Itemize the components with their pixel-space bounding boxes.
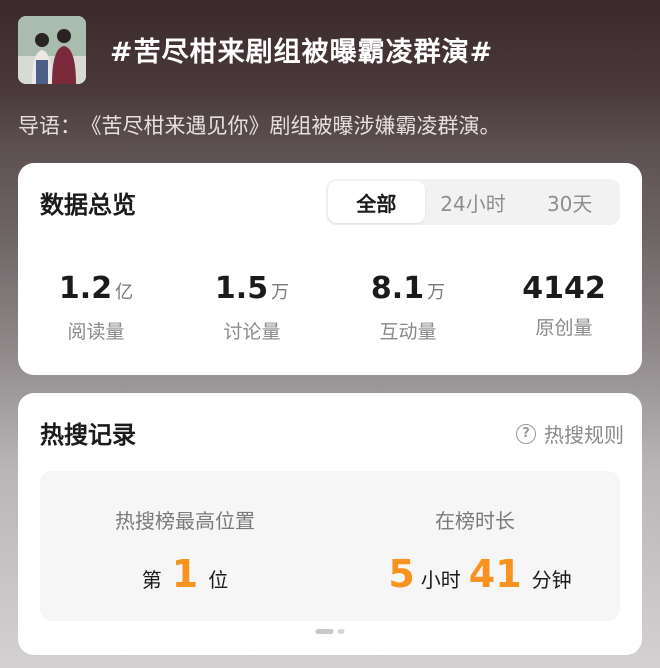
hours-value: 5 (388, 552, 415, 596)
rules-label: 热搜规则 (544, 423, 624, 447)
overview-stats: 1.2 亿 阅读量 1.5 万 讨论量 8.1 万 互动量 4142 原创量 (18, 271, 642, 344)
hot-search-record-card: 热搜记录 ? 热搜规则 热搜榜最高位置 第 1 位 在榜时长 5 小时 41 分… (18, 393, 642, 655)
page-dot-active (315, 629, 334, 634)
stat-reads: 1.2 亿 阅读量 (18, 271, 174, 344)
minutes-unit: 分钟 (531, 568, 572, 592)
intro-label: 导语： (18, 114, 81, 138)
minutes-value: 41 (468, 552, 522, 596)
tab-all[interactable]: 全部 (328, 181, 425, 223)
topic-title: #苦尽柑来剧组被曝霸凌群演# (110, 37, 494, 68)
peak-rank-value: 1 (171, 552, 199, 596)
stat-label: 讨论量 (223, 321, 281, 343)
cover-photo-icon (18, 16, 86, 84)
overview-title: 数据总览 (40, 191, 136, 219)
stat-value: 1.2 (58, 271, 113, 306)
peak-prefix: 第 (141, 568, 162, 592)
data-overview-card: 数据总览 全部 24小时 30天 1.2 亿 阅读量 1.5 万 讨论量 8.1 万 … (18, 163, 642, 375)
topic-cover-image[interactable] (18, 16, 86, 84)
peak-position: 热搜榜最高位置 第 1 位 (40, 471, 330, 621)
hot-search-rules-link[interactable]: ? 热搜规则 (516, 419, 624, 448)
stat-value: 4142 (522, 271, 606, 306)
stat-label: 阅读量 (67, 321, 125, 343)
stat-label: 互动量 (379, 321, 437, 343)
tab-24h[interactable]: 24小时 (425, 181, 522, 223)
stat-value: 1.5 (214, 271, 269, 306)
stat-discussions: 1.5 万 讨论量 (174, 271, 330, 344)
topic-intro: 导语： 《苦尽柑来遇见你》剧组被曝涉嫌霸凌群演。 (18, 110, 501, 140)
stat-unit: 万 (271, 282, 290, 303)
stat-value: 8.1 (370, 271, 425, 306)
stat-originals: 4142 原创量 (486, 271, 642, 344)
time-range-segmented-control: 全部 24小时 30天 (326, 179, 620, 225)
stat-unit: 亿 (115, 282, 134, 303)
hours-unit: 小时 (420, 568, 461, 592)
peak-suffix: 位 (208, 568, 229, 592)
time-on-list-label: 在榜时长 (435, 509, 515, 533)
question-icon: ? (516, 423, 536, 444)
page-indicator (315, 629, 345, 634)
tab-30d[interactable]: 30天 (521, 181, 618, 223)
peak-position-label: 热搜榜最高位置 (115, 509, 255, 533)
stat-interactions: 8.1 万 互动量 (330, 271, 486, 344)
page-dot (337, 629, 345, 634)
hot-search-stats: 热搜榜最高位置 第 1 位 在榜时长 5 小时 41 分钟 (40, 471, 620, 621)
topic-header: #苦尽柑来剧组被曝霸凌群演# (18, 16, 642, 86)
intro-text: 《苦尽柑来遇见你》剧组被曝涉嫌霸凌群演。 (91, 114, 501, 138)
hot-search-title: 热搜记录 (40, 421, 136, 449)
time-on-list: 在榜时长 5 小时 41 分钟 (330, 471, 620, 621)
stat-label: 原创量 (535, 317, 593, 339)
stat-unit: 万 (427, 282, 446, 303)
